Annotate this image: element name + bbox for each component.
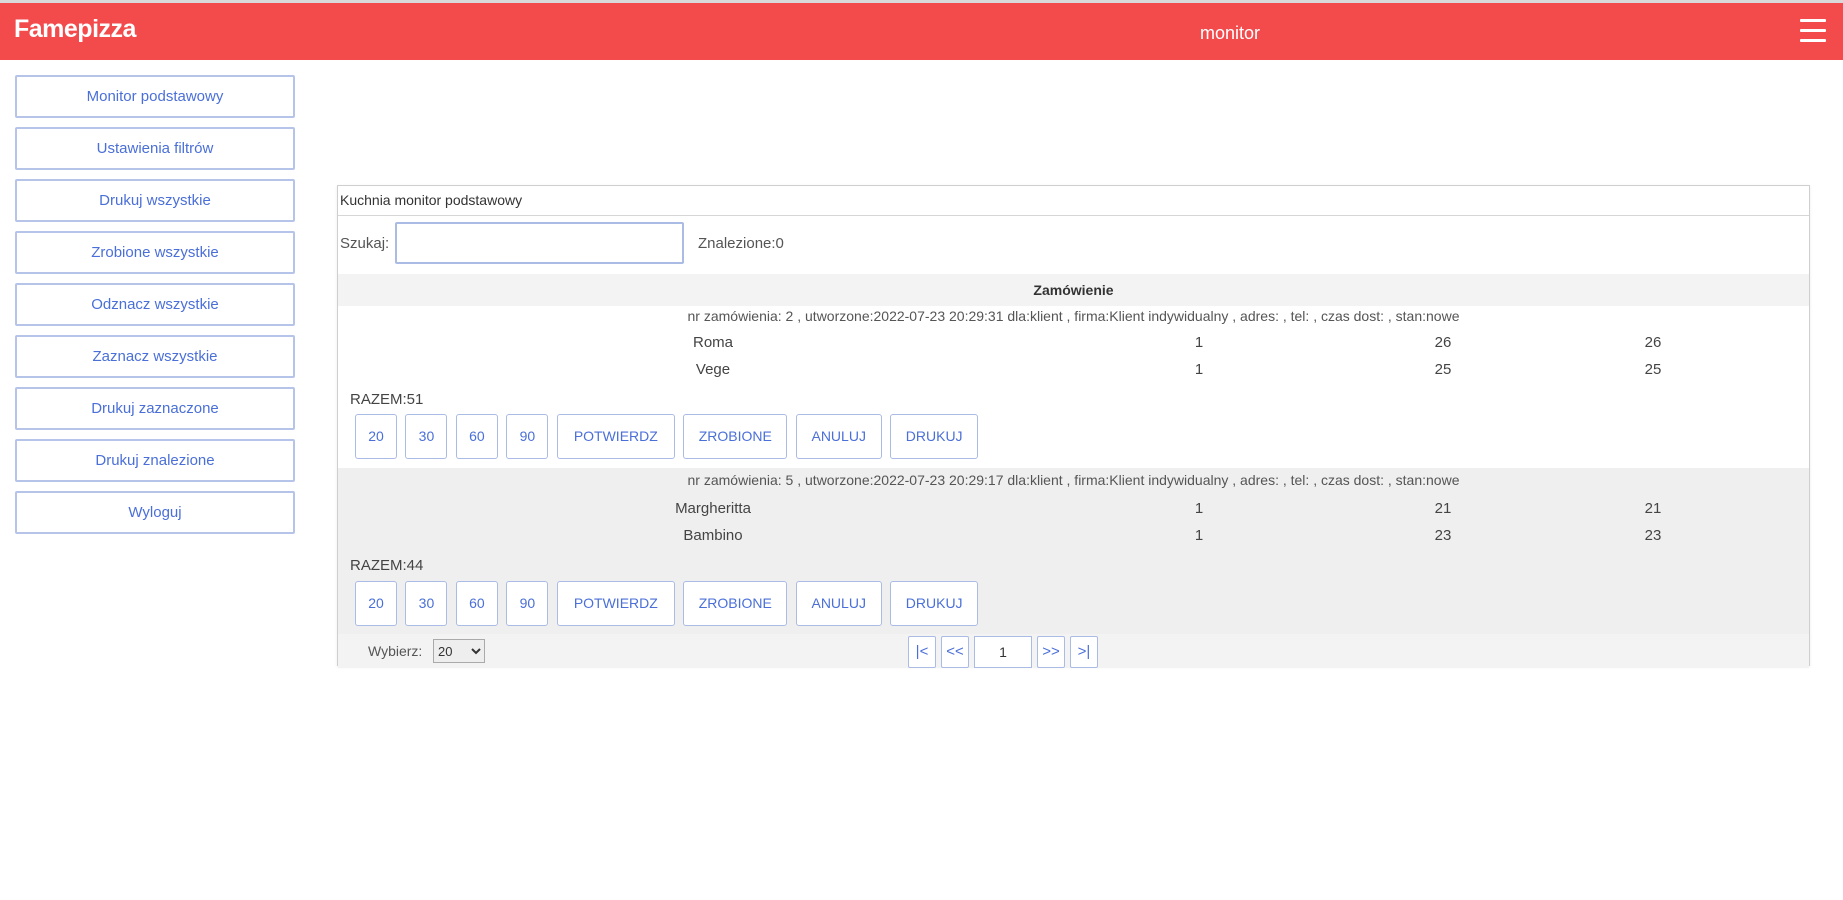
item-qty: 1 — [1194, 361, 1204, 378]
item-name: Margheritta — [675, 500, 751, 517]
order-info: nr zamówienia: 2 , utworzone:2022-07-23 … — [687, 308, 1460, 324]
item-name: Roma — [692, 334, 733, 351]
top-bar: Famepizza monitor — [0, 0, 1843, 60]
sidebar-item-zaznacz-wszystkie[interactable]: Zaznacz wszystkie — [15, 335, 295, 378]
first-page-button[interactable]: |< — [908, 636, 936, 668]
order-actions: 20 30 60 90 POTWIERDZ ZROBIONE ANULUJ DR… — [355, 581, 982, 626]
cancel-button[interactable]: ANULUJ — [795, 414, 882, 459]
item-price: 23 — [1434, 527, 1452, 544]
item-total: 21 — [1644, 500, 1662, 517]
page-number-input[interactable] — [974, 636, 1032, 668]
item-qty: 1 — [1194, 527, 1204, 544]
sidebar: Monitor podstawowy Ustawienia filtrów Dr… — [15, 75, 295, 543]
item-total: 23 — [1644, 527, 1662, 544]
sidebar-item-wyloguj[interactable]: Wyloguj — [15, 491, 295, 534]
per-page-label: Wybierz: — [368, 643, 423, 659]
search-row: Szukaj: Znalezione:0 — [338, 216, 1809, 274]
sidebar-item-drukuj-wszystkie[interactable]: Drukuj wszystkie — [15, 179, 295, 222]
item-total: 26 — [1644, 334, 1662, 351]
time-90-button[interactable]: 90 — [506, 581, 549, 626]
item-price: 21 — [1434, 500, 1452, 517]
cancel-button[interactable]: ANULUJ — [795, 581, 882, 626]
sidebar-item-ustawienia-filtrow[interactable]: Ustawienia filtrów — [15, 127, 295, 170]
done-button[interactable]: ZROBIONE — [683, 581, 788, 626]
order-card: nr zamówienia: 2 , utworzone:2022-07-23 … — [338, 306, 1809, 468]
print-button[interactable]: DRUKUJ — [890, 581, 979, 626]
sidebar-item-zrobione-wszystkie[interactable]: Zrobione wszystkie — [15, 231, 295, 274]
time-60-button[interactable]: 60 — [455, 414, 498, 459]
item-qty: 1 — [1194, 334, 1204, 351]
pager: Wybierz: 20 |< << >> >| — [338, 634, 1809, 668]
orders-panel: Kuchnia monitor podstawowy Szukaj: Znale… — [337, 185, 1810, 668]
time-30-button[interactable]: 30 — [405, 581, 448, 626]
sidebar-item-monitor-podstawowy[interactable]: Monitor podstawowy — [15, 75, 295, 118]
sidebar-item-drukuj-zaznaczone[interactable]: Drukuj zaznaczone — [15, 387, 295, 430]
item-name: Vege — [695, 361, 731, 378]
column-header: Zamówienie — [338, 274, 1809, 306]
item-qty: 1 — [1194, 500, 1204, 517]
found-count: Znalezione:0 — [698, 235, 784, 252]
search-input[interactable] — [395, 222, 684, 264]
time-30-button[interactable]: 30 — [405, 414, 448, 459]
confirm-button[interactable]: POTWIERDZ — [556, 414, 675, 459]
confirm-button[interactable]: POTWIERDZ — [556, 581, 675, 626]
sidebar-item-drukuj-znalezione[interactable]: Drukuj znalezione — [15, 439, 295, 482]
order-item-row: Roma 1 26 26 — [338, 334, 1809, 356]
time-90-button[interactable]: 90 — [506, 414, 549, 459]
time-20-button[interactable]: 20 — [355, 414, 397, 459]
brand-logo[interactable]: Famepizza — [14, 15, 136, 44]
order-total: RAZEM:51 — [350, 391, 424, 408]
prev-page-button[interactable]: << — [941, 636, 969, 668]
order-card: nr zamówienia: 5 , utworzone:2022-07-23 … — [338, 468, 1809, 634]
per-page-select[interactable]: 20 — [433, 639, 485, 663]
item-name: Bambino — [683, 527, 743, 544]
search-label: Szukaj: — [340, 235, 390, 252]
hamburger-menu-icon[interactable] — [1800, 19, 1826, 43]
item-total: 25 — [1644, 361, 1662, 378]
last-page-button[interactable]: >| — [1070, 636, 1098, 668]
item-price: 26 — [1434, 334, 1452, 351]
order-info: nr zamówienia: 5 , utworzone:2022-07-23 … — [687, 472, 1460, 488]
item-price: 25 — [1434, 361, 1452, 378]
order-actions: 20 30 60 90 POTWIERDZ ZROBIONE ANULUJ DR… — [355, 414, 982, 459]
sidebar-item-odznacz-wszystkie[interactable]: Odznacz wszystkie — [15, 283, 295, 326]
print-button[interactable]: DRUKUJ — [890, 414, 979, 459]
page-title: monitor — [1200, 23, 1261, 43]
order-item-row: Bambino 1 23 23 — [338, 527, 1809, 549]
done-button[interactable]: ZROBIONE — [683, 414, 788, 459]
time-60-button[interactable]: 60 — [455, 581, 498, 626]
order-item-row: Margheritta 1 21 21 — [338, 500, 1809, 522]
time-20-button[interactable]: 20 — [355, 581, 397, 626]
panel-title: Kuchnia monitor podstawowy — [338, 186, 1809, 216]
next-page-button[interactable]: >> — [1037, 636, 1065, 668]
order-total: RAZEM:44 — [350, 557, 424, 574]
order-item-row: Vege 1 25 25 — [338, 361, 1809, 383]
